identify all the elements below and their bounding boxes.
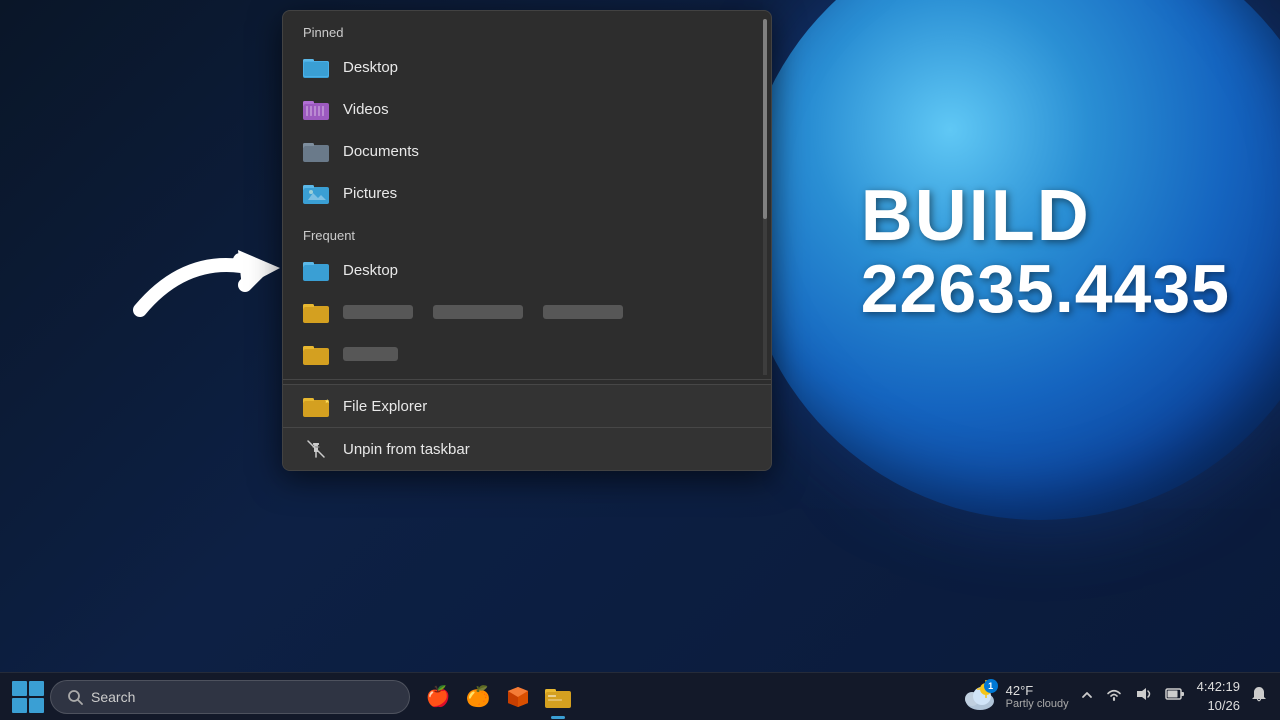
menu-item-desktop-frequent-label: Desktop [343, 262, 398, 279]
folder-purple-icon [303, 98, 329, 120]
arrow-graphic [130, 240, 290, 320]
weather-info: 42°F Partly cloudy [1006, 683, 1069, 710]
chevron-up-icon [1081, 689, 1093, 701]
folder-file-explorer-icon [303, 395, 329, 417]
taskbar: Search 🍎 🍊 [0, 672, 1280, 720]
file-explorer-taskbar-icon [545, 686, 571, 708]
frequent-header: Frequent [283, 214, 771, 249]
wifi-button[interactable] [1103, 684, 1125, 709]
weather-icon-area: 1 [958, 679, 998, 715]
folder-pictures-icon [303, 182, 329, 204]
menu-item-pictures-label: Pictures [343, 185, 397, 202]
search-bar[interactable]: Search [50, 680, 410, 714]
wifi-icon [1105, 686, 1123, 702]
build-number: 22635.4435 [861, 252, 1230, 327]
scrollbar-thumb[interactable] [763, 19, 767, 219]
taskbar-app-ms365[interactable] [500, 679, 536, 715]
taskbar-app-file-explorer[interactable] [540, 679, 576, 715]
menu-item-desktop-pinned[interactable]: Desktop [283, 46, 771, 88]
battery-button[interactable] [1163, 685, 1187, 708]
blurred-text-3 [543, 305, 623, 319]
pinned-header: Pinned [283, 11, 771, 46]
context-menu: Pinned Desktop Videos [282, 10, 772, 471]
taskbar-apps: 🍎 🍊 [420, 679, 576, 715]
battery-icon [1165, 687, 1185, 701]
menu-item-videos[interactable]: Videos [283, 88, 771, 130]
folder-blue2-icon [303, 259, 329, 281]
clock-date: 10/26 [1197, 697, 1240, 715]
win-logo-q3 [12, 698, 27, 713]
notification-button[interactable] [1250, 685, 1268, 708]
blurred-text-2 [433, 305, 523, 319]
folder-blue-icon [303, 56, 329, 78]
win-logo-q1 [12, 681, 27, 696]
scrollbar[interactable] [763, 19, 767, 375]
menu-item-pictures[interactable]: Pictures [283, 172, 771, 214]
system-tray: 1 42°F Partly cloudy [958, 678, 1268, 714]
menu-item-desktop-pinned-label: Desktop [343, 59, 398, 76]
taskbar-app-emoji1[interactable]: 🍎 [420, 679, 456, 715]
folder-gray-icon [303, 140, 329, 162]
volume-button[interactable] [1133, 684, 1155, 709]
clock[interactable]: 4:42:19 10/26 [1197, 678, 1240, 714]
build-badge: BUILD 22635.4435 [861, 180, 1230, 327]
menu-item-videos-label: Videos [343, 101, 389, 118]
clock-time: 4:42:19 [1197, 678, 1240, 696]
blurred-text-4 [343, 347, 398, 361]
blurred-text-1 [343, 305, 413, 319]
volume-icon [1135, 686, 1153, 702]
unpin-icon [303, 438, 329, 460]
search-icon [67, 689, 83, 705]
weather-condition: Partly cloudy [1006, 698, 1069, 710]
menu-item-frequent-3[interactable] [283, 333, 771, 375]
folder-yellow-icon [303, 301, 329, 323]
win-logo-q2 [29, 681, 44, 696]
menu-item-unpin[interactable]: Unpin from taskbar [283, 427, 771, 470]
taskbar-app-emoji2[interactable]: 🍊 [460, 679, 496, 715]
menu-item-unpin-label: Unpin from taskbar [343, 441, 470, 458]
menu-item-documents-label: Documents [343, 143, 419, 160]
start-button[interactable] [12, 681, 44, 713]
menu-item-file-explorer-label: File Explorer [343, 398, 427, 415]
search-input[interactable]: Search [91, 689, 135, 705]
tray-icons [1079, 684, 1187, 709]
weather-widget[interactable]: 1 42°F Partly cloudy [958, 679, 1069, 715]
ms365-icon [506, 685, 530, 709]
menu-scroll-area: Pinned Desktop Videos [283, 11, 771, 375]
build-label: BUILD [861, 180, 1230, 252]
show-hidden-tray-button[interactable] [1079, 686, 1095, 708]
bell-icon [1250, 685, 1268, 703]
menu-item-documents[interactable]: Documents [283, 130, 771, 172]
menu-separator [283, 379, 771, 380]
weather-temp: 42°F [1006, 683, 1069, 698]
weather-badge: 1 [984, 679, 998, 693]
folder-yellow2-icon [303, 343, 329, 365]
menu-item-file-explorer[interactable]: File Explorer [283, 384, 771, 427]
win-logo-q4 [29, 698, 44, 713]
menu-item-desktop-frequent[interactable]: Desktop [283, 249, 771, 291]
menu-item-frequent-2[interactable] [283, 291, 771, 333]
